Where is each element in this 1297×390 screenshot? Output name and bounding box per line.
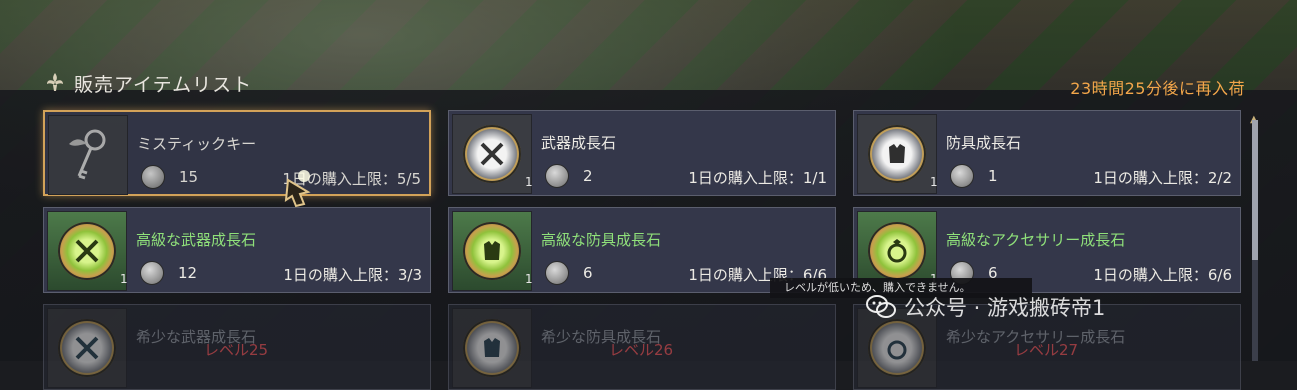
shop-item-card[interactable]: 希少な防具成長石 レベル26 <box>448 304 836 390</box>
silver-coin-icon <box>545 261 569 285</box>
silver-coin-icon <box>141 165 165 189</box>
level-requirement: レベル25 <box>204 341 269 359</box>
page-title: 販売アイテムリスト <box>74 74 253 96</box>
item-price: 15 <box>179 168 199 186</box>
item-thumbnail: 1 <box>452 114 533 194</box>
daily-purchase-limit: 1日の購入上限：6/6 <box>1093 266 1232 284</box>
item-name: 高級なアクセサリー成長石 <box>946 231 1126 249</box>
shop-item-card[interactable]: 1 高級な武器成長石 12 1日の購入上限：3/3 <box>43 207 431 293</box>
item-quantity: 1 <box>525 175 533 189</box>
ring-stone-icon <box>868 222 926 280</box>
daily-purchase-limit: 1日の購入上限：2/2 <box>1093 169 1232 187</box>
armor-stone-icon <box>868 125 926 183</box>
item-price: 1 <box>988 167 998 185</box>
silver-coin-icon <box>950 164 974 188</box>
item-quantity: 1 <box>120 272 128 286</box>
item-thumbnail: 1 <box>857 114 938 194</box>
daily-purchase-limit: 1日の購入上限：3/3 <box>283 266 422 284</box>
watermark-text: 公众号 · 游戏搬砖帝1 <box>904 296 1106 320</box>
fleur-de-lis-icon <box>44 71 66 97</box>
item-thumbnail: 1 <box>47 211 128 291</box>
gauntlet-cursor-icon <box>282 170 318 214</box>
item-thumbnail <box>47 308 127 388</box>
silver-coin-icon <box>545 164 569 188</box>
armor-stone-icon <box>463 319 521 377</box>
shop-item-card[interactable]: 1 防具成長石 1 1日の購入上限：2/2 <box>853 110 1241 196</box>
item-name: ミスティックキー <box>137 135 257 153</box>
key-icon <box>69 129 106 180</box>
item-name: 高級な防具成長石 <box>541 231 662 249</box>
item-price: 12 <box>178 264 198 282</box>
level-requirement: レベル26 <box>609 341 674 359</box>
item-quantity: 1 <box>930 175 938 189</box>
item-thumbnail <box>48 115 128 195</box>
daily-purchase-limit: 1日の購入上限：1/1 <box>688 169 827 187</box>
item-price: 2 <box>583 167 593 185</box>
item-price: 6 <box>583 264 593 282</box>
level-requirement: レベル27 <box>1014 341 1079 359</box>
shop-item-card[interactable]: 希少な武器成長石 レベル25 <box>43 304 431 390</box>
silver-coin-icon <box>140 261 164 285</box>
item-quantity: 1 <box>525 272 533 286</box>
shop-item-card[interactable]: 1 武器成長石 2 1日の購入上限：1/1 <box>448 110 836 196</box>
wechat-icon <box>866 295 896 318</box>
item-thumbnail: 1 <box>452 211 533 291</box>
restock-timer: 23時間25分後に再入荷 <box>1070 79 1245 98</box>
item-name: 高級な武器成長石 <box>136 231 257 249</box>
scrollbar-thumb[interactable] <box>1252 120 1258 260</box>
weapon-stone-icon <box>58 319 116 377</box>
armor-stone-icon <box>463 222 521 280</box>
item-name: 武器成長石 <box>541 134 617 152</box>
shop-item-card[interactable]: ミスティックキー レベル15 15 1日の購入上限：5/5 <box>43 110 431 196</box>
item-name: 防具成長石 <box>946 134 1022 152</box>
weapon-stone-icon <box>58 222 116 280</box>
ring-stone-icon <box>868 319 926 377</box>
shop-header: 販売アイテムリスト <box>44 70 252 97</box>
item-thumbnail <box>452 308 532 388</box>
item-list-scrollbar[interactable] <box>1252 120 1258 361</box>
weapon-stone-icon <box>463 125 521 183</box>
watermark: 公众号 · 游戏搬砖帝1 <box>866 292 1105 322</box>
